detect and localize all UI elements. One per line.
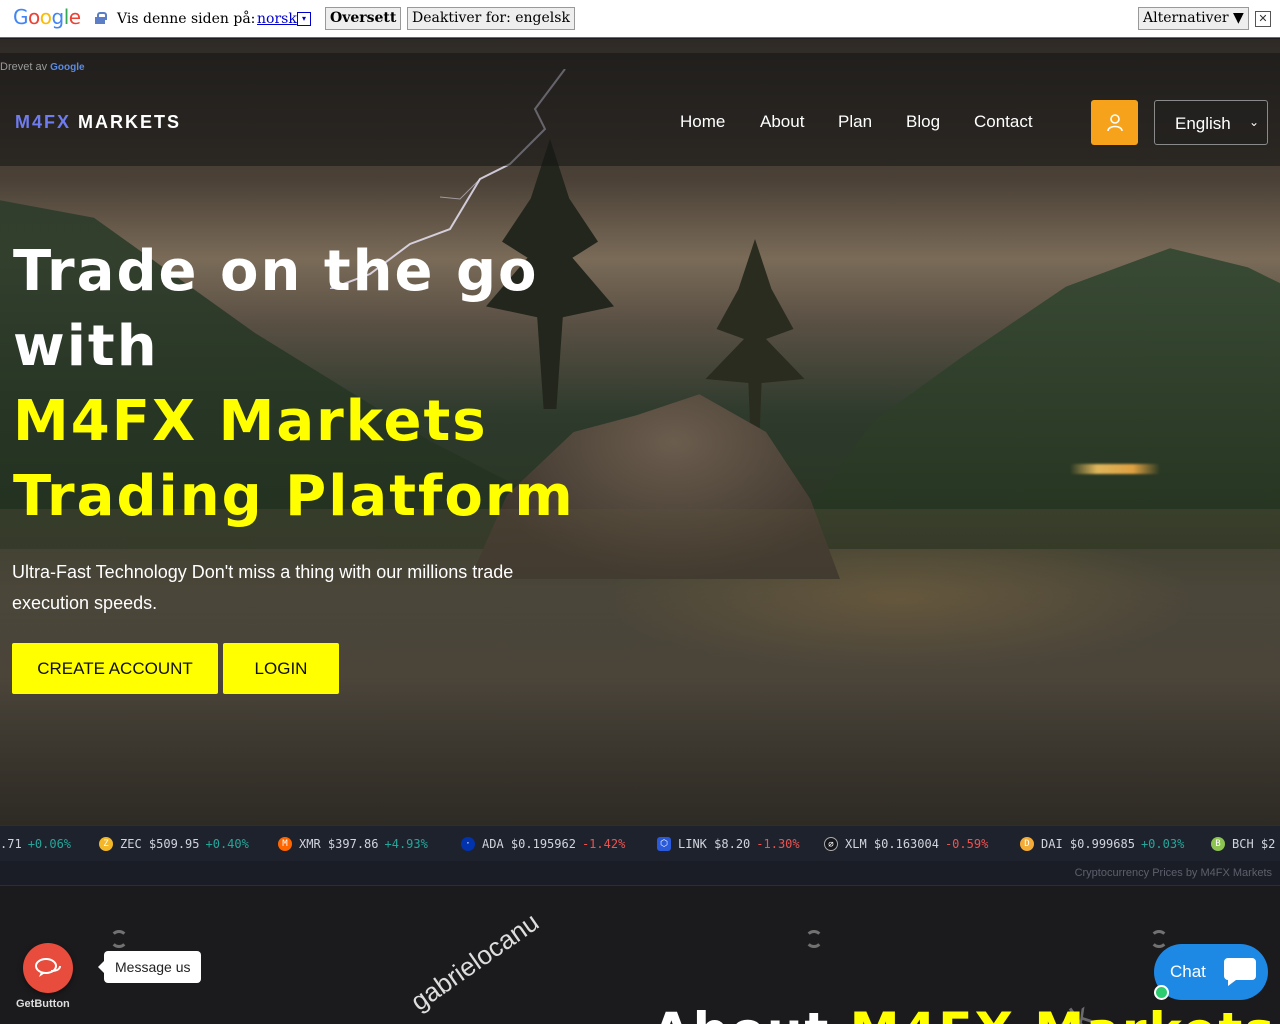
chat-label: Chat bbox=[1170, 962, 1206, 981]
ticker-change: +0.03% bbox=[1140, 837, 1185, 851]
chat-bubbles-icon bbox=[35, 958, 61, 977]
language-link[interactable]: norsk bbox=[257, 11, 297, 27]
hero-title-line2: with bbox=[13, 314, 159, 379]
ticker-credit-link[interactable]: Cryptocurrency Prices by M4FX Markets bbox=[1075, 867, 1272, 879]
loading-icon bbox=[1150, 930, 1168, 948]
chevron-down-icon: ⌄ bbox=[1248, 115, 1259, 129]
ticker-price: $397.86 bbox=[327, 837, 379, 851]
message-us-button[interactable] bbox=[23, 943, 73, 993]
translate-prompt: Vis denne siden på: bbox=[117, 11, 256, 27]
brand-part2: MARKETS bbox=[78, 112, 182, 132]
ticker-symbol: LINK bbox=[678, 837, 707, 851]
navbar bbox=[0, 53, 1280, 166]
create-account-button[interactable]: CREATE ACCOUNT bbox=[12, 643, 218, 694]
account-button[interactable] bbox=[1091, 100, 1138, 145]
online-status-dot bbox=[1154, 985, 1169, 1000]
ticker-item[interactable]: B BCH $2 bbox=[1211, 837, 1275, 851]
ticker-symbol: ADA bbox=[482, 837, 504, 851]
about-heading: About M4FX Markets bbox=[652, 1002, 1276, 1024]
link-icon: ⬡ bbox=[657, 837, 671, 851]
ticker-price: $2 bbox=[1260, 837, 1276, 851]
mountain-right bbox=[780, 248, 1280, 549]
options-button[interactable]: Alternativer ▼ bbox=[1138, 7, 1249, 30]
lock-icon bbox=[95, 12, 107, 24]
loading-icon bbox=[805, 930, 823, 948]
about-heading-part1: About bbox=[652, 1002, 830, 1024]
ticker-change: +0.40% bbox=[205, 837, 249, 851]
brand-part1: M4FX bbox=[15, 112, 72, 132]
ticker-item[interactable]: Z ZEC $509.95 +0.40% bbox=[99, 837, 249, 851]
watermark-text: gabrielocanu bbox=[405, 906, 545, 1017]
crypto-ticker: .71 +0.06% Z ZEC $509.95 +0.40% M XMR $3… bbox=[0, 825, 1280, 861]
nav-home[interactable]: Home bbox=[680, 112, 725, 132]
ticker-item[interactable]: M XMR $397.86 +4.93% bbox=[278, 837, 428, 851]
ticker-price: $8.20 bbox=[714, 837, 751, 851]
ticker-change: +0.06% bbox=[27, 837, 72, 851]
ticker-change: -1.42% bbox=[581, 837, 626, 851]
ticker-item[interactable]: D DAI $0.999685 +0.03% bbox=[1020, 837, 1184, 851]
ticker-price: $0.195962 bbox=[510, 837, 576, 851]
powered-by-google: Drevet av Google bbox=[0, 61, 85, 73]
ticker-footer: Cryptocurrency Prices by M4FX Markets bbox=[0, 861, 1280, 886]
ticker-symbol: DAI bbox=[1041, 837, 1063, 851]
login-button[interactable]: LOGIN bbox=[223, 643, 339, 694]
about-heading-part2: M4FX Markets bbox=[850, 1002, 1276, 1024]
brand-logo[interactable]: M4FX MARKETS bbox=[15, 112, 181, 133]
user-icon bbox=[1106, 113, 1123, 131]
message-us-label[interactable]: Message us bbox=[97, 951, 202, 983]
village-lights bbox=[1070, 464, 1160, 474]
powered-google-logo: Google bbox=[50, 62, 85, 73]
chat-bubble-icon bbox=[1224, 958, 1256, 986]
xlm-icon: ∅ bbox=[824, 837, 838, 851]
ticker-change: -1.30% bbox=[756, 837, 800, 851]
translate-bar: Google Vis denne siden på: norsk ▾ Overs… bbox=[0, 0, 1280, 38]
dai-icon: D bbox=[1020, 837, 1034, 851]
ticker-item[interactable]: .71 +0.06% bbox=[0, 837, 71, 851]
ticker-price: $0.163004 bbox=[873, 837, 939, 851]
chat-button[interactable]: Chat bbox=[1154, 944, 1268, 1000]
translate-button[interactable]: Oversett bbox=[325, 7, 402, 30]
close-icon[interactable]: ✕ bbox=[1255, 11, 1271, 27]
ticker-change: +4.93% bbox=[384, 837, 428, 851]
hero-title-line4: Trading Platform bbox=[13, 464, 575, 529]
nav-blog[interactable]: Blog bbox=[906, 112, 940, 132]
nav-plan[interactable]: Plan bbox=[838, 112, 872, 132]
ticker-item[interactable]: · ADA $0.195962 -1.42% bbox=[461, 837, 625, 851]
xmr-icon: M bbox=[278, 837, 292, 851]
ticker-change: -0.59% bbox=[944, 837, 989, 851]
ticker-price: $0.999685 bbox=[1069, 837, 1135, 851]
ticker-price: .71 bbox=[0, 837, 22, 851]
nav-contact[interactable]: Contact bbox=[974, 112, 1033, 132]
google-logo: Google bbox=[13, 5, 81, 29]
nav-about[interactable]: About bbox=[760, 112, 804, 132]
language-select-value: English bbox=[1175, 114, 1231, 133]
disable-translate-button[interactable]: Deaktiver for: engelsk bbox=[407, 7, 575, 30]
ticker-price: $509.95 bbox=[148, 837, 200, 851]
ticker-symbol: XMR bbox=[299, 837, 321, 851]
ada-icon: · bbox=[461, 837, 475, 851]
language-dropdown-icon[interactable]: ▾ bbox=[297, 12, 311, 26]
getbutton-logo[interactable]: GetButton bbox=[16, 998, 70, 1010]
zec-icon: Z bbox=[99, 837, 113, 851]
ticker-symbol: BCH bbox=[1232, 837, 1254, 851]
hero-title-line1: Trade on the go bbox=[13, 239, 539, 304]
ticker-symbol: XLM bbox=[845, 837, 867, 851]
loading-icon bbox=[110, 930, 128, 948]
hero-subtitle: Ultra-Fast Technology Don't miss a thing… bbox=[12, 562, 514, 613]
powered-by-label: Drevet av bbox=[0, 61, 48, 73]
ticker-item[interactable]: ⬡ LINK $8.20 -1.30% bbox=[657, 837, 800, 851]
bch-icon: B bbox=[1211, 837, 1225, 851]
ticker-symbol: ZEC bbox=[120, 837, 142, 851]
hero-title-line3: M4FX Markets bbox=[13, 389, 488, 454]
hero-section: Drevet av Google M4FX MARKETS Home About… bbox=[0, 39, 1280, 825]
language-select[interactable]: English ⌄ bbox=[1154, 100, 1268, 145]
ticker-item[interactable]: ∅ XLM $0.163004 -0.59% bbox=[824, 837, 988, 851]
